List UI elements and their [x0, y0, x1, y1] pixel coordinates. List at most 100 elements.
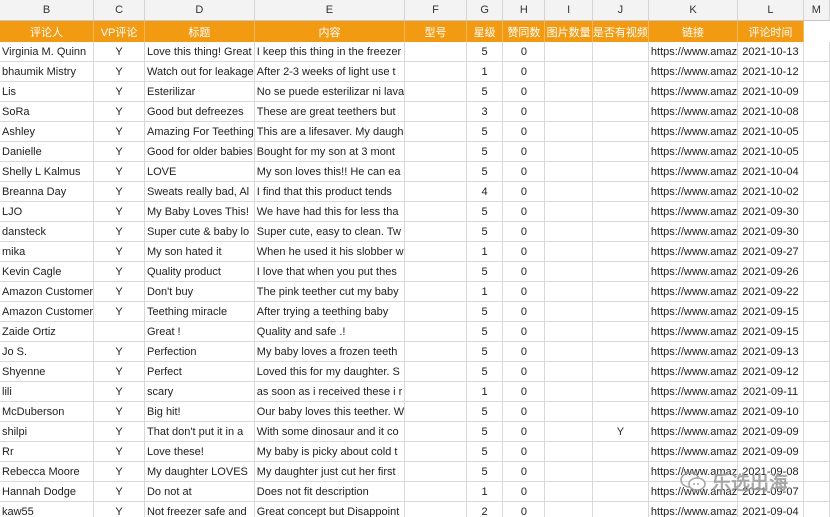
reviewer-cell[interactable]: Hannah Dodge [0, 481, 95, 502]
content-cell[interactable]: Great concept but Disappoint [254, 501, 406, 517]
header-cell[interactable]: 是否有视频 [592, 20, 649, 42]
empty-cell[interactable] [803, 261, 830, 282]
reviewer-cell[interactable]: LJO [0, 201, 95, 222]
date-cell[interactable]: 2021-09-30 [737, 221, 804, 242]
image-count-cell[interactable] [544, 421, 593, 442]
vp-cell[interactable]: Y [93, 81, 145, 102]
stars-cell[interactable]: 3 [466, 101, 504, 122]
reviewer-cell[interactable]: Rr [0, 441, 95, 462]
likes-cell[interactable]: 0 [502, 101, 546, 122]
video-cell[interactable] [592, 481, 649, 502]
link-cell[interactable]: https://www.amaz [648, 381, 739, 402]
likes-cell[interactable]: 0 [502, 381, 546, 402]
empty-cell[interactable] [803, 321, 830, 342]
date-cell[interactable]: 2021-09-11 [737, 381, 804, 402]
column-letter-f[interactable]: F [404, 0, 467, 21]
image-count-cell[interactable] [544, 321, 593, 342]
image-count-cell[interactable] [544, 501, 593, 517]
image-count-cell[interactable] [544, 441, 593, 462]
content-cell[interactable]: We have had this for less tha [254, 201, 406, 222]
header-cell[interactable]: 图片数量 [544, 20, 593, 42]
image-count-cell[interactable] [544, 221, 593, 242]
date-cell[interactable]: 2021-10-08 [737, 101, 804, 122]
header-cell[interactable]: 型号 [404, 20, 467, 42]
stars-cell[interactable]: 5 [466, 121, 504, 142]
image-count-cell[interactable] [544, 281, 593, 302]
link-cell[interactable]: https://www.amaz [648, 61, 739, 82]
video-cell[interactable] [592, 441, 649, 462]
image-count-cell[interactable] [544, 81, 593, 102]
title-cell[interactable]: Big hit! [144, 401, 255, 422]
stars-cell[interactable]: 1 [466, 281, 504, 302]
likes-cell[interactable]: 0 [502, 81, 546, 102]
stars-cell[interactable]: 1 [466, 61, 504, 82]
title-cell[interactable]: Esterilizar [144, 81, 255, 102]
content-cell[interactable]: With some dinosaur and it co [254, 421, 406, 442]
video-cell[interactable] [592, 101, 649, 122]
stars-cell[interactable]: 5 [466, 461, 504, 482]
vp-cell[interactable]: Y [93, 341, 145, 362]
stars-cell[interactable]: 5 [466, 401, 504, 422]
empty-cell[interactable] [803, 61, 830, 82]
vp-cell[interactable] [93, 321, 145, 342]
header-cell[interactable]: 赞同数 [502, 20, 546, 42]
header-cell[interactable]: 评论人 [0, 20, 95, 42]
video-cell[interactable] [592, 241, 649, 262]
model-cell[interactable] [404, 341, 467, 362]
vp-cell[interactable]: Y [93, 221, 145, 242]
reviewer-cell[interactable]: SoRa [0, 101, 95, 122]
header-cell[interactable]: VP评论 [93, 20, 145, 42]
image-count-cell[interactable] [544, 241, 593, 262]
image-count-cell[interactable] [544, 101, 593, 122]
content-cell[interactable]: After 2-3 weeks of light use t [254, 61, 406, 82]
empty-header-cell[interactable] [803, 20, 830, 42]
content-cell[interactable]: After trying a teething baby [254, 301, 406, 322]
stars-cell[interactable]: 5 [466, 201, 504, 222]
date-cell[interactable]: 2021-10-04 [737, 161, 804, 182]
video-cell[interactable] [592, 501, 649, 517]
empty-cell[interactable] [803, 201, 830, 222]
model-cell[interactable] [404, 201, 467, 222]
vp-cell[interactable]: Y [93, 381, 145, 402]
date-cell[interactable]: 2021-09-04 [737, 501, 804, 517]
reviewer-cell[interactable]: Rebecca Moore [0, 461, 95, 482]
title-cell[interactable]: Do not at [144, 481, 255, 502]
table-row[interactable]: Kevin Cagle Y Quality product I love that w… [0, 261, 830, 282]
model-cell[interactable] [404, 481, 467, 502]
header-cell[interactable]: 链接 [648, 20, 739, 42]
likes-cell[interactable]: 0 [502, 421, 546, 442]
image-count-cell[interactable] [544, 201, 593, 222]
content-cell[interactable]: My son loves this!! He can ea [254, 161, 406, 182]
empty-cell[interactable] [803, 161, 830, 182]
vp-cell[interactable]: Y [93, 121, 145, 142]
content-cell[interactable]: No se puede esterilizar ni lava [254, 81, 406, 102]
empty-cell[interactable] [803, 401, 830, 422]
title-cell[interactable]: Amazing For Teething [144, 121, 255, 142]
model-cell[interactable] [404, 501, 467, 517]
reviewer-cell[interactable]: shilpi [0, 421, 95, 442]
link-cell[interactable]: https://www.amaz [648, 221, 739, 242]
empty-cell[interactable] [803, 461, 830, 482]
stars-cell[interactable]: 1 [466, 481, 504, 502]
reviewer-cell[interactable]: bhaumik Mistry [0, 61, 95, 82]
table-row[interactable]: Breanna Day Y Sweats really bad, Al I find … [0, 181, 830, 202]
likes-cell[interactable]: 0 [502, 241, 546, 262]
link-cell[interactable]: https://www.amaz [648, 321, 739, 342]
vp-cell[interactable]: Y [93, 501, 145, 517]
stars-cell[interactable]: 2 [466, 501, 504, 517]
likes-cell[interactable]: 0 [502, 221, 546, 242]
likes-cell[interactable]: 0 [502, 201, 546, 222]
vp-cell[interactable]: Y [93, 181, 145, 202]
empty-cell[interactable] [803, 381, 830, 402]
image-count-cell[interactable] [544, 261, 593, 282]
vp-cell[interactable]: Y [93, 441, 145, 462]
empty-cell[interactable] [803, 481, 830, 502]
table-row[interactable]: Amazon Customer Y Don't buy The pink teethe… [0, 281, 830, 302]
likes-cell[interactable]: 0 [502, 121, 546, 142]
table-row[interactable]: bhaumik Mistry Y Watch out for leakage Afte… [0, 61, 830, 82]
title-cell[interactable]: Quality product [144, 261, 255, 282]
reviewer-cell[interactable]: Kevin Cagle [0, 261, 95, 282]
model-cell[interactable] [404, 241, 467, 262]
model-cell[interactable] [404, 401, 467, 422]
table-row[interactable]: Shyenne Y Perfect Loved this for my daughte… [0, 361, 830, 382]
